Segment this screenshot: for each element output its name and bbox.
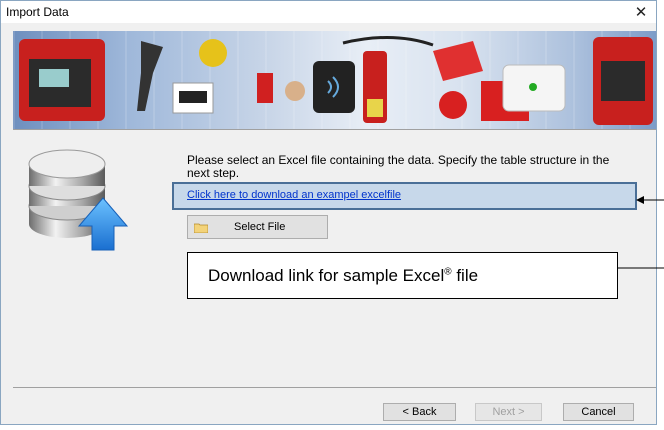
- banner-divider: [13, 129, 656, 130]
- import-data-dialog: Import Data ✕ Please select an Excel fil…: [0, 0, 657, 425]
- next-button[interactable]: Next >: [475, 403, 542, 421]
- cancel-button[interactable]: Cancel: [563, 403, 634, 421]
- registered-mark: ®: [444, 266, 452, 278]
- database-upload-icon: [28, 149, 129, 251]
- window-title: Import Data: [6, 5, 69, 19]
- back-button[interactable]: < Back: [383, 403, 456, 421]
- close-icon[interactable]: ✕: [632, 3, 650, 21]
- folder-icon: [194, 223, 208, 233]
- callout-connector-line: [617, 267, 664, 269]
- callout-text: Download link for sample Excel: [208, 266, 445, 285]
- instruction-text: Please select an Excel file containing t…: [187, 153, 610, 180]
- annotation-callout: Download link for sample Excel® file: [187, 252, 618, 299]
- select-file-button[interactable]: Select File: [187, 215, 328, 239]
- title-bar: Import Data ✕: [1, 1, 656, 23]
- callout-arrow-link-icon: [636, 196, 664, 204]
- product-banner-image: [13, 31, 656, 129]
- footer-divider: [13, 387, 656, 388]
- callout-suffix: file: [451, 266, 479, 285]
- download-example-link[interactable]: Click here to download an exampel excelf…: [187, 189, 401, 201]
- select-file-label: Select File: [234, 221, 286, 233]
